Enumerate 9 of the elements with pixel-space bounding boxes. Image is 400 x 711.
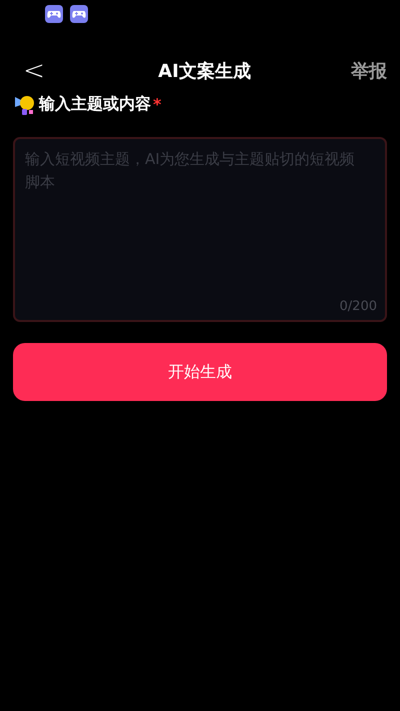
field-label: 输入主题或内容 [39, 94, 151, 114]
generate-button[interactable]: 开始生成 [13, 343, 387, 401]
back-button[interactable]: < [22, 56, 46, 86]
required-mark: * [153, 94, 162, 114]
gamepad-icon [70, 5, 88, 23]
gamepad-icon [45, 5, 63, 23]
character-counter: 0/200 [340, 299, 377, 314]
report-button[interactable]: 举报 [351, 59, 387, 83]
page-title: AI文案生成 [158, 60, 251, 83]
